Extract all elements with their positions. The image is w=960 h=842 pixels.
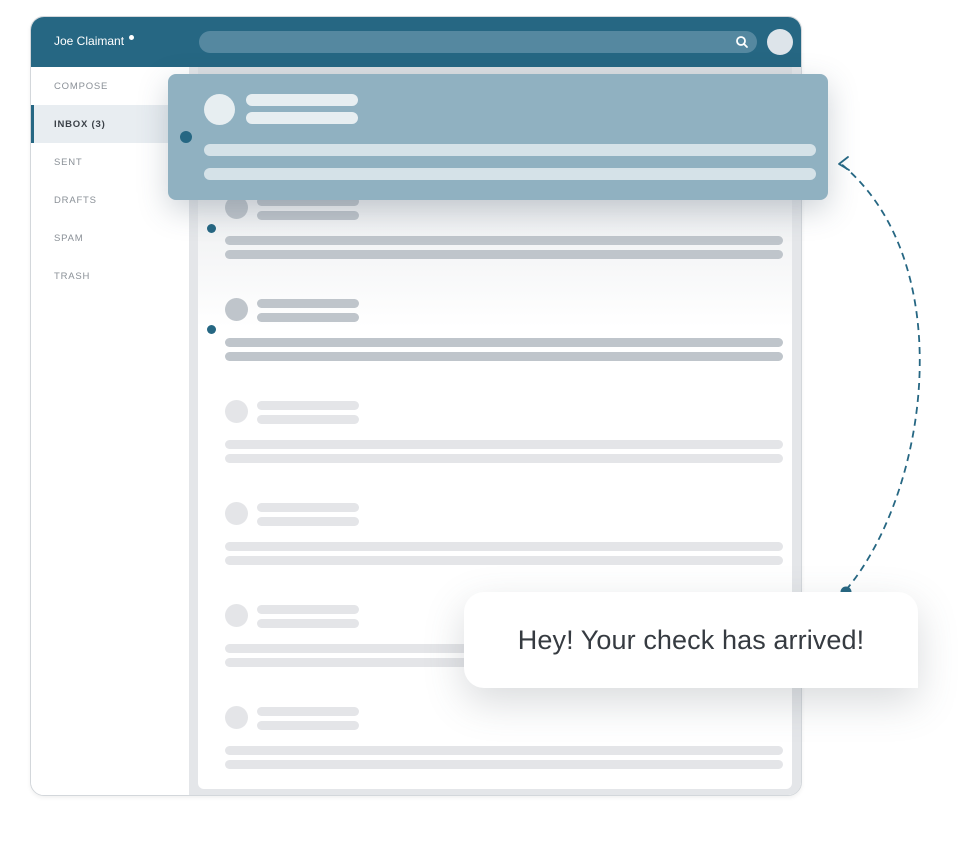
placeholder-line <box>257 707 359 716</box>
placeholder-line <box>225 250 783 259</box>
sender-avatar <box>225 604 248 627</box>
notification-text: Hey! Your check has arrived! <box>517 624 865 655</box>
placeholder-line <box>225 542 783 551</box>
placeholder-line <box>257 619 359 628</box>
list-item[interactable] <box>198 196 792 276</box>
sidebar-item-label: COMPOSE <box>54 80 109 92</box>
sender-avatar <box>225 298 248 321</box>
placeholder-line <box>225 454 783 463</box>
placeholder-line <box>257 517 359 526</box>
placeholder-line <box>225 352 783 361</box>
placeholder-line <box>204 168 816 180</box>
sidebar-item-drafts[interactable]: DRAFTS <box>31 181 189 219</box>
placeholder-line <box>246 94 358 106</box>
sidebar: COMPOSE INBOX (3) SENT DRAFTS SPAM TRASH <box>31 67 189 795</box>
sidebar-item-spam[interactable]: SPAM <box>31 219 189 257</box>
dashed-curve <box>839 162 921 591</box>
sidebar-item-compose[interactable]: COMPOSE <box>31 67 189 105</box>
placeholder-line <box>225 236 783 245</box>
user-name: Joe Claimant <box>54 34 125 48</box>
avatar[interactable] <box>767 29 793 55</box>
sidebar-item-label: SPAM <box>54 232 84 244</box>
placeholder-line <box>225 338 783 347</box>
sender-avatar <box>225 706 248 729</box>
placeholder-line <box>225 440 783 449</box>
highlighted-message-card[interactable] <box>168 74 828 200</box>
top-bar: Joe Claimant <box>31 17 801 67</box>
sidebar-item-label: DRAFTS <box>54 194 97 206</box>
placeholder-line <box>257 415 359 424</box>
placeholder-line <box>225 760 783 769</box>
arrowhead-icon <box>838 156 850 171</box>
search-input[interactable] <box>199 31 757 53</box>
placeholder-line <box>257 299 359 308</box>
sender-avatar <box>225 400 248 423</box>
sidebar-item-label: TRASH <box>54 270 91 282</box>
sidebar-item-sent[interactable]: SENT <box>31 143 189 181</box>
placeholder-line <box>257 401 359 410</box>
unread-dot <box>207 325 216 334</box>
sidebar-item-label: SENT <box>54 156 83 168</box>
placeholder-line <box>204 144 816 156</box>
placeholder-line <box>257 313 359 322</box>
notification-bubble: Hey! Your check has arrived! <box>464 592 918 688</box>
list-item[interactable] <box>198 706 792 786</box>
sender-avatar <box>225 502 248 525</box>
unread-dot <box>180 131 192 143</box>
sender-avatar <box>204 94 235 125</box>
list-item[interactable] <box>198 400 792 480</box>
placeholder-line <box>257 211 359 220</box>
placeholder-line <box>257 605 359 614</box>
list-item[interactable] <box>198 502 792 582</box>
placeholder-line <box>257 503 359 512</box>
online-status-dot <box>129 35 134 40</box>
sidebar-item-label: INBOX (3) <box>54 118 106 130</box>
search-icon[interactable] <box>735 35 749 49</box>
placeholder-line <box>225 556 783 565</box>
list-item[interactable] <box>198 298 792 378</box>
unread-dot <box>207 224 216 233</box>
placeholder-line <box>246 112 358 124</box>
placeholder-line <box>225 746 783 755</box>
sidebar-item-inbox[interactable]: INBOX (3) <box>31 105 189 143</box>
sidebar-item-trash[interactable]: TRASH <box>31 257 189 295</box>
placeholder-line <box>257 721 359 730</box>
